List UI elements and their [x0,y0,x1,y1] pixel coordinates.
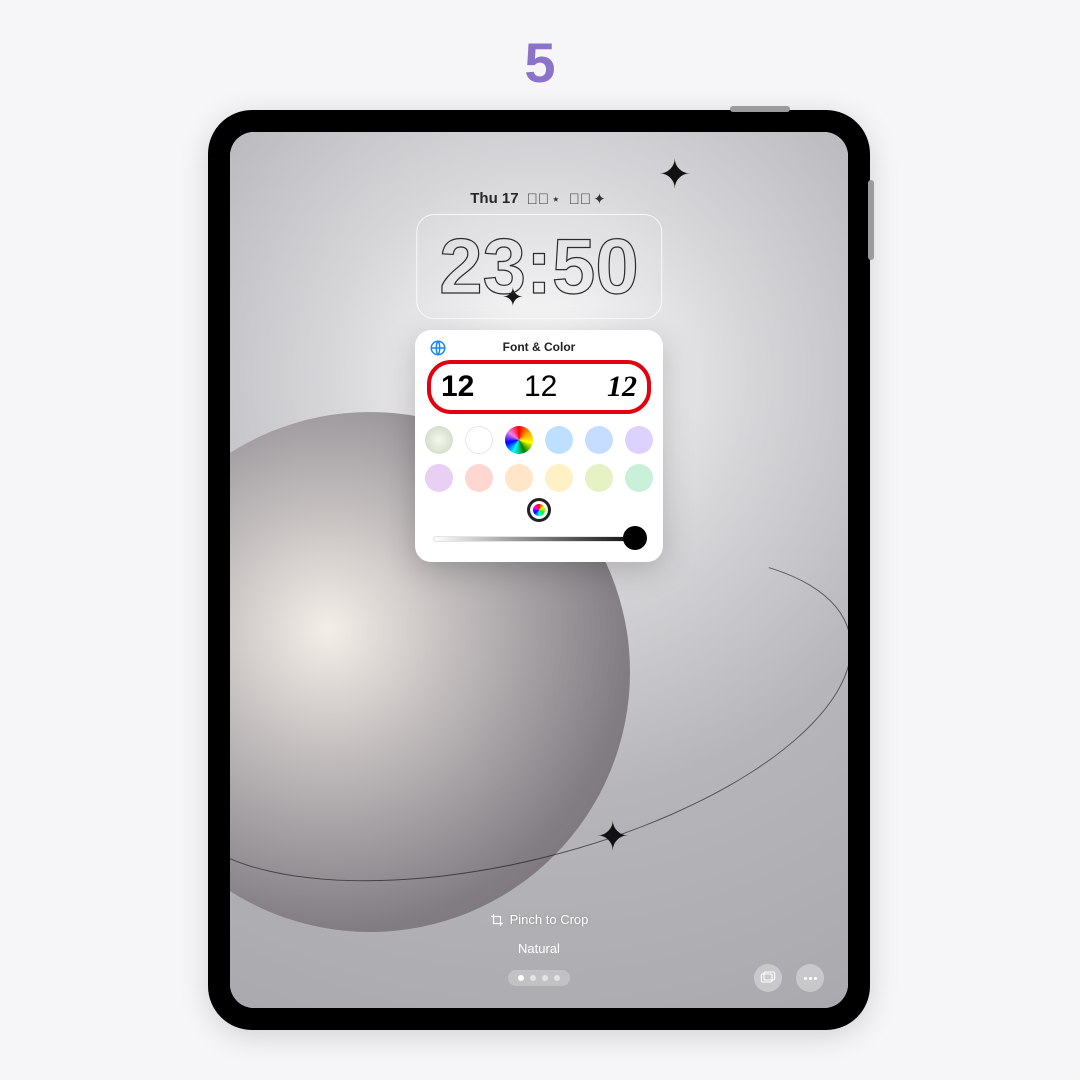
font-option-3[interactable]: 12 [607,370,637,404]
color-swatch[interactable] [425,464,453,492]
volume-button [868,180,874,260]
crop-icon [490,913,504,927]
pager-dot [518,975,524,981]
clock-widget-selected[interactable]: 23:50 [416,214,662,319]
pager-dot [554,975,560,981]
ipad-device-frame: ✦ ✦ ✦ Thu 17 ✦༘⋆ ⋆༘✦ 23:50 Font & Color … [208,110,870,1030]
color-swatch[interactable] [625,426,653,454]
date-decoration: ✦༘⋆ ⋆༘✦ [527,190,608,208]
color-swatch[interactable] [425,426,453,454]
font-option-1[interactable]: 12 [441,370,474,404]
power-button [730,106,790,112]
color-picker-button[interactable] [527,498,551,522]
font-option-2[interactable]: 12 [524,370,557,404]
color-swatch[interactable] [545,464,573,492]
lockscreen: ✦ ✦ ✦ Thu 17 ✦༘⋆ ⋆༘✦ 23:50 Font & Color … [230,132,848,1008]
pager-dot [530,975,536,981]
pager-dot [542,975,548,981]
color-swatch[interactable] [465,426,493,454]
hint-text: Pinch to Crop [510,912,589,927]
sparkle-icon: ✦ [596,814,630,860]
wallpaper-pager[interactable] [508,970,570,986]
color-swatch-grid [427,426,651,492]
color-swatch[interactable] [545,426,573,454]
color-swatch[interactable] [585,464,613,492]
date-text: Thu 17 [470,190,518,208]
pinch-to-crop-hint: Pinch to Crop [490,912,589,927]
slider-thumb[interactable] [623,526,647,550]
color-swatch[interactable] [465,464,493,492]
popover-title: Font & Color [503,340,576,354]
font-options-highlight: 12 12 12 [427,360,651,414]
color-swatch[interactable] [625,464,653,492]
brightness-slider[interactable] [433,532,645,546]
step-number: 5 [524,30,555,95]
color-swatch[interactable] [505,464,533,492]
color-swatch[interactable] [585,426,613,454]
slider-track [433,536,645,542]
color-swatch-rainbow[interactable] [505,426,533,454]
ellipsis-icon [804,977,817,980]
globe-icon[interactable] [429,339,447,357]
more-button[interactable] [796,964,824,992]
style-label: Natural [518,941,560,956]
clock-time: 23:50 [439,221,639,312]
font-color-popover: Font & Color 12 12 12 [415,330,663,562]
date-widget[interactable]: Thu 17 ✦༘⋆ ⋆༘✦ [230,190,848,208]
photos-button[interactable] [754,964,782,992]
